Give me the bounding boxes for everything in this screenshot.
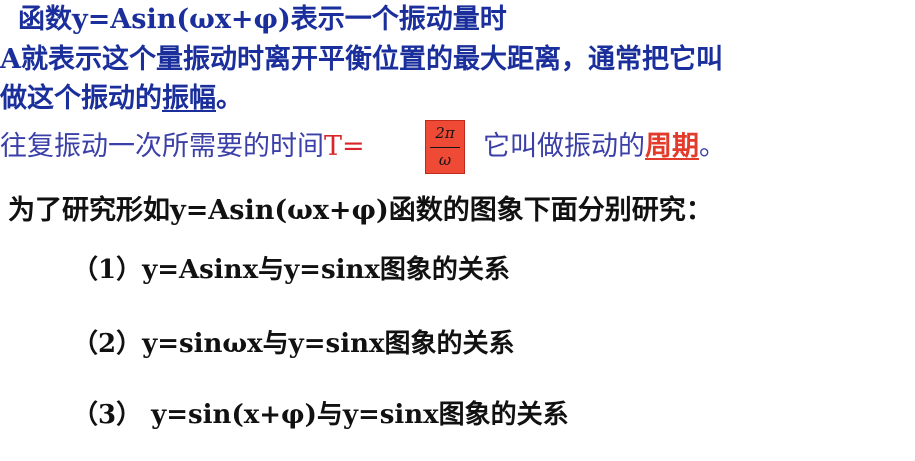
fraction-bar: [430, 147, 460, 148]
amplitude-line-2: 做这个振动的振幅。: [0, 85, 243, 112]
study-item-3: （3） y=sin(x+φ)与y=sinx图象的关系: [72, 400, 569, 430]
period-description: 它叫做振动的周期。: [483, 133, 726, 160]
study-item-2: （2）y=sinωx与y=sinx图象的关系: [72, 329, 515, 359]
amplitude-term-link[interactable]: 振幅: [162, 83, 216, 114]
study-title: 为了研究形如y=Asin(ωx+φ)函数的图象下面分别研究：: [8, 195, 713, 226]
period-term-link[interactable]: 周期: [645, 131, 699, 162]
heading-line: 函数y=Asin(ωx+φ)表示一个振动量时: [18, 4, 507, 35]
amplitude-line-1: A就表示这个量振动时离开平衡位置的最大距离，通常把它叫: [0, 44, 723, 75]
period-fraction-box: 2π ω: [425, 120, 465, 174]
period-prefix: 往复振动一次所需要的时间: [0, 131, 324, 162]
period-suffix: 。: [699, 131, 726, 162]
study-item-1: （1）y=Asinx与y=sinx图象的关系: [72, 255, 510, 285]
fraction-denominator: ω: [438, 151, 452, 169]
period-middle: 它叫做振动的: [483, 131, 645, 162]
fraction-numerator: 2π: [435, 124, 455, 142]
amplitude-line-prefix: 做这个振动的: [0, 83, 162, 114]
period-formula-label: T=: [324, 131, 365, 162]
period-line: 往复振动一次所需要的时间T=: [0, 133, 365, 160]
amplitude-line-suffix: 。: [216, 83, 243, 114]
